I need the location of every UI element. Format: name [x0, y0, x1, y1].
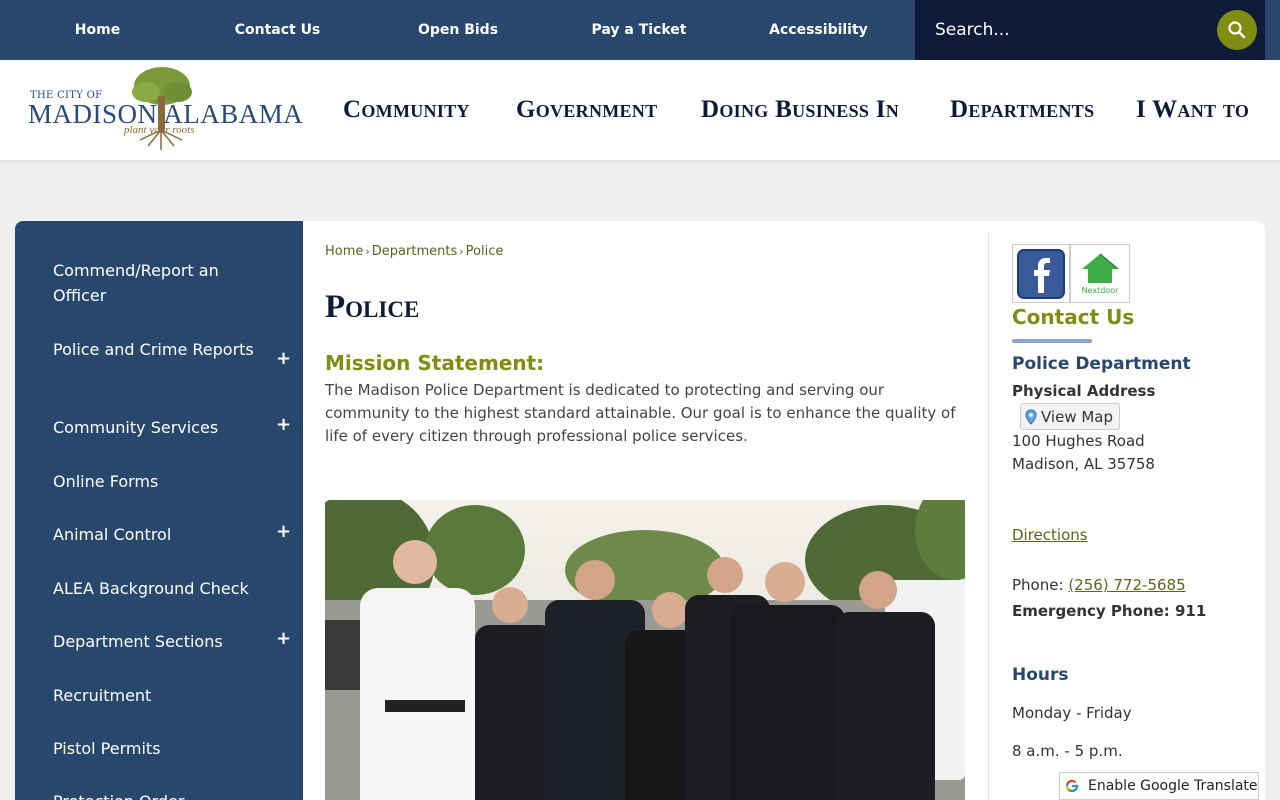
view-map-label: View Map: [1041, 407, 1114, 426]
sidebar-item-recruitment[interactable]: Recruitment: [53, 683, 268, 708]
police-team-photo: [325, 500, 965, 800]
contact-underline: [1012, 339, 1092, 343]
utility-link-open-bids[interactable]: Open Bids: [360, 0, 556, 60]
contact-us-heading: Contact Us: [1012, 305, 1135, 329]
sidebar-item-animal-control[interactable]: Animal Control: [53, 522, 268, 547]
search-button[interactable]: [1217, 10, 1257, 50]
utility-link-contact-us[interactable]: Contact Us: [195, 0, 360, 60]
search-input[interactable]: [915, 0, 1205, 60]
sidebar-item-online-forms[interactable]: Online Forms: [53, 469, 268, 494]
breadcrumb-police[interactable]: Police: [466, 244, 504, 259]
nav-community[interactable]: Community: [343, 96, 470, 124]
breadcrumb-separator: ›: [365, 245, 370, 258]
nav-departments[interactable]: Departments: [950, 96, 1094, 124]
top-utility-bar: Home Contact Us Open Bids Pay a Ticket A…: [0, 0, 1280, 60]
hours-days: Monday - Friday: [1012, 704, 1132, 722]
hours-time: 8 a.m. - 5 p.m.: [1012, 742, 1123, 760]
facebook-icon: [1017, 248, 1065, 299]
sidebar-nav: Commend/Report an Officer Police and Cri…: [15, 221, 303, 800]
address-line-2: Madison, AL 35758: [1012, 455, 1155, 473]
nextdoor-label: Nextdoor: [1081, 286, 1119, 295]
nav-i-want-to[interactable]: I Want to: [1136, 96, 1249, 124]
utility-nav: Home Contact Us Open Bids Pay a Ticket A…: [0, 0, 915, 60]
column-divider: [988, 233, 989, 800]
nav-doing-business-in[interactable]: Doing Business In: [701, 96, 899, 124]
sidebar-item-police-crime-reports[interactable]: Police and Crime Reports: [53, 337, 268, 362]
social-links: Nextdoor: [1012, 244, 1130, 303]
breadcrumb-departments[interactable]: Departments: [372, 244, 457, 259]
sidebar-item-alea-background-check[interactable]: ALEA Background Check: [53, 576, 268, 601]
breadcrumb: Home › Departments › Police: [325, 244, 503, 259]
breadcrumb-home[interactable]: Home: [325, 244, 363, 259]
directions-link[interactable]: Directions: [1012, 526, 1088, 544]
breadcrumb-separator: ›: [459, 245, 464, 258]
sidebar-item-pistol-permits[interactable]: Pistol Permits: [53, 736, 268, 761]
nextdoor-house-icon: [1082, 253, 1119, 283]
map-pin-icon: [1025, 408, 1037, 425]
translate-label: Enable Google Translate: [1088, 778, 1258, 794]
phone-link[interactable]: (256) 772-5685: [1068, 576, 1185, 594]
topbar-edge: [1265, 0, 1280, 60]
physical-address-label: Physical Address: [1012, 382, 1156, 400]
view-map-button[interactable]: View Map: [1020, 403, 1121, 430]
phone-label: Phone:: [1012, 576, 1064, 594]
mission-text: The Madison Police Department is dedicat…: [325, 381, 956, 445]
main-content: Home › Departments › Police Police Mission S…: [303, 221, 1265, 800]
nav-government[interactable]: Government: [516, 96, 657, 124]
search-icon: [1228, 21, 1246, 39]
expand-plus-icon[interactable]: +: [276, 628, 291, 649]
city-logo[interactable]: THE CITY OF MADISON ALABAMA plant your r…: [28, 66, 308, 156]
expand-plus-icon[interactable]: +: [276, 521, 291, 542]
expand-plus-icon[interactable]: +: [276, 348, 291, 369]
emergency-phone: Emergency Phone: 911: [1012, 602, 1207, 620]
utility-link-pay-a-ticket[interactable]: Pay a Ticket: [556, 0, 722, 60]
hours-heading: Hours: [1012, 665, 1069, 685]
mission-heading: Mission Statement:: [325, 351, 545, 375]
main-nav: Community Government Doing Business In D…: [330, 60, 1280, 160]
sidebar-item-commend-report[interactable]: Commend/Report an Officer: [53, 258, 268, 308]
site-header: THE CITY OF MADISON ALABAMA plant your r…: [0, 60, 1280, 160]
facebook-button[interactable]: [1012, 244, 1070, 303]
logo-tagline: plant your roots: [124, 124, 195, 136]
search-box: [915, 0, 1265, 60]
address: 100 Hughes Road Madison, AL 35758: [1012, 430, 1155, 476]
utility-link-home[interactable]: Home: [0, 0, 195, 60]
address-line-1: 100 Hughes Road: [1012, 432, 1145, 450]
google-icon: [1064, 778, 1080, 794]
utility-link-accessibility[interactable]: Accessibility: [722, 0, 915, 60]
expand-plus-icon[interactable]: +: [276, 414, 291, 435]
sidebar-item-protection-order[interactable]: Protection Order: [53, 789, 268, 800]
department-name: Police Department: [1012, 354, 1191, 374]
page-title: Police: [325, 289, 420, 325]
nextdoor-button[interactable]: Nextdoor: [1070, 244, 1130, 303]
phone-line: Phone: (256) 772-5685: [1012, 576, 1186, 594]
sidebar-item-community-services[interactable]: Community Services: [53, 415, 268, 440]
sidebar-item-department-sections[interactable]: Department Sections: [53, 629, 268, 654]
google-translate-button[interactable]: Enable Google Translate: [1059, 772, 1259, 800]
